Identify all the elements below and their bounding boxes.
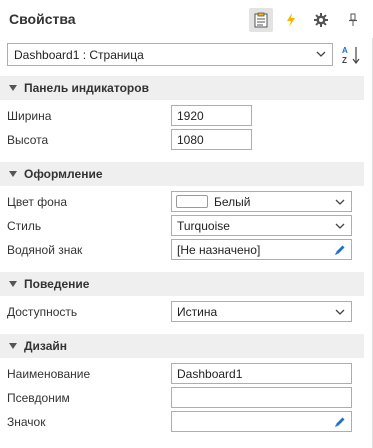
lightning-icon bbox=[287, 13, 295, 27]
style-dropdown[interactable]: Turquoise bbox=[171, 215, 352, 236]
svg-text:A: A bbox=[342, 46, 348, 55]
availability-label: Доступность bbox=[7, 305, 78, 319]
height-label: Высота bbox=[7, 133, 49, 147]
chevron-down-icon bbox=[316, 51, 326, 57]
section-appearance-header[interactable]: Оформление bbox=[0, 162, 364, 186]
alias-input[interactable] bbox=[171, 387, 352, 408]
width-input[interactable]: 1920 bbox=[171, 105, 252, 126]
height-input[interactable]: 1080 bbox=[171, 129, 252, 150]
alias-label: Псевдоним bbox=[7, 391, 70, 405]
section-design-title: Дизайн bbox=[24, 339, 68, 353]
object-selector-dropdown[interactable]: Dashboard1 : Страница bbox=[7, 43, 333, 66]
width-value: 1920 bbox=[177, 109, 204, 123]
name-label: Наименование bbox=[7, 367, 91, 381]
icon-field[interactable] bbox=[171, 411, 352, 432]
name-input[interactable]: Dashboard1 bbox=[171, 363, 352, 384]
width-label: Ширина bbox=[7, 109, 52, 123]
pencil-icon[interactable] bbox=[334, 244, 346, 256]
collapse-arrow-icon bbox=[9, 85, 17, 91]
icon-label: Значок bbox=[7, 415, 46, 429]
style-value: Turquoise bbox=[177, 219, 230, 233]
settings-button[interactable] bbox=[309, 8, 333, 32]
availability-dropdown[interactable]: Истина bbox=[171, 301, 352, 322]
collapse-arrow-icon bbox=[9, 343, 17, 349]
properties-sheet-icon bbox=[254, 12, 268, 28]
watermark-field[interactable]: [Не назначено] bbox=[171, 239, 352, 260]
collapse-arrow-icon bbox=[9, 171, 17, 177]
chevron-down-icon bbox=[335, 309, 345, 315]
watermark-value: [Не назначено] bbox=[177, 243, 261, 257]
section-appearance-title: Оформление bbox=[24, 167, 103, 181]
pencil-icon[interactable] bbox=[334, 416, 346, 428]
gear-icon bbox=[314, 13, 328, 27]
events-tab-button[interactable] bbox=[279, 8, 303, 32]
properties-panel: Свойства Dashboard1: Страница A Z Панел… bbox=[0, 0, 373, 448]
pin-icon bbox=[349, 13, 357, 26]
properties-tab-button[interactable] bbox=[249, 8, 273, 32]
section-indicators-header[interactable]: Панель индикаторов bbox=[0, 76, 364, 100]
section-indicators-title: Панель индикаторов bbox=[24, 81, 149, 95]
section-behavior-title: Поведение bbox=[24, 277, 90, 291]
sort-alphabetical-icon[interactable]: A Z bbox=[341, 44, 363, 66]
name-value: Dashboard1 bbox=[177, 367, 243, 381]
style-label: Стиль bbox=[7, 219, 42, 233]
panel-header: Свойства bbox=[0, 0, 373, 38]
pin-button[interactable] bbox=[341, 8, 365, 32]
svg-text:Z: Z bbox=[342, 56, 347, 65]
background-color-label: Цвет фона bbox=[7, 195, 68, 209]
chevron-down-icon bbox=[335, 199, 345, 205]
object-selector-value: Dashboard1 : Страница bbox=[14, 48, 144, 62]
background-color-value: Белый bbox=[214, 195, 251, 209]
section-behavior-header[interactable]: Поведение bbox=[0, 272, 364, 296]
chevron-down-icon bbox=[335, 223, 345, 229]
background-color-dropdown[interactable]: Белый bbox=[171, 191, 352, 212]
watermark-label: Водяной знак bbox=[7, 243, 83, 257]
availability-value: Истина bbox=[177, 305, 218, 319]
panel-title: Свойства bbox=[9, 11, 76, 27]
collapse-arrow-icon bbox=[9, 281, 17, 287]
section-design-header[interactable]: Дизайн bbox=[0, 334, 364, 358]
height-value: 1080 bbox=[177, 133, 204, 147]
color-swatch bbox=[176, 195, 208, 208]
